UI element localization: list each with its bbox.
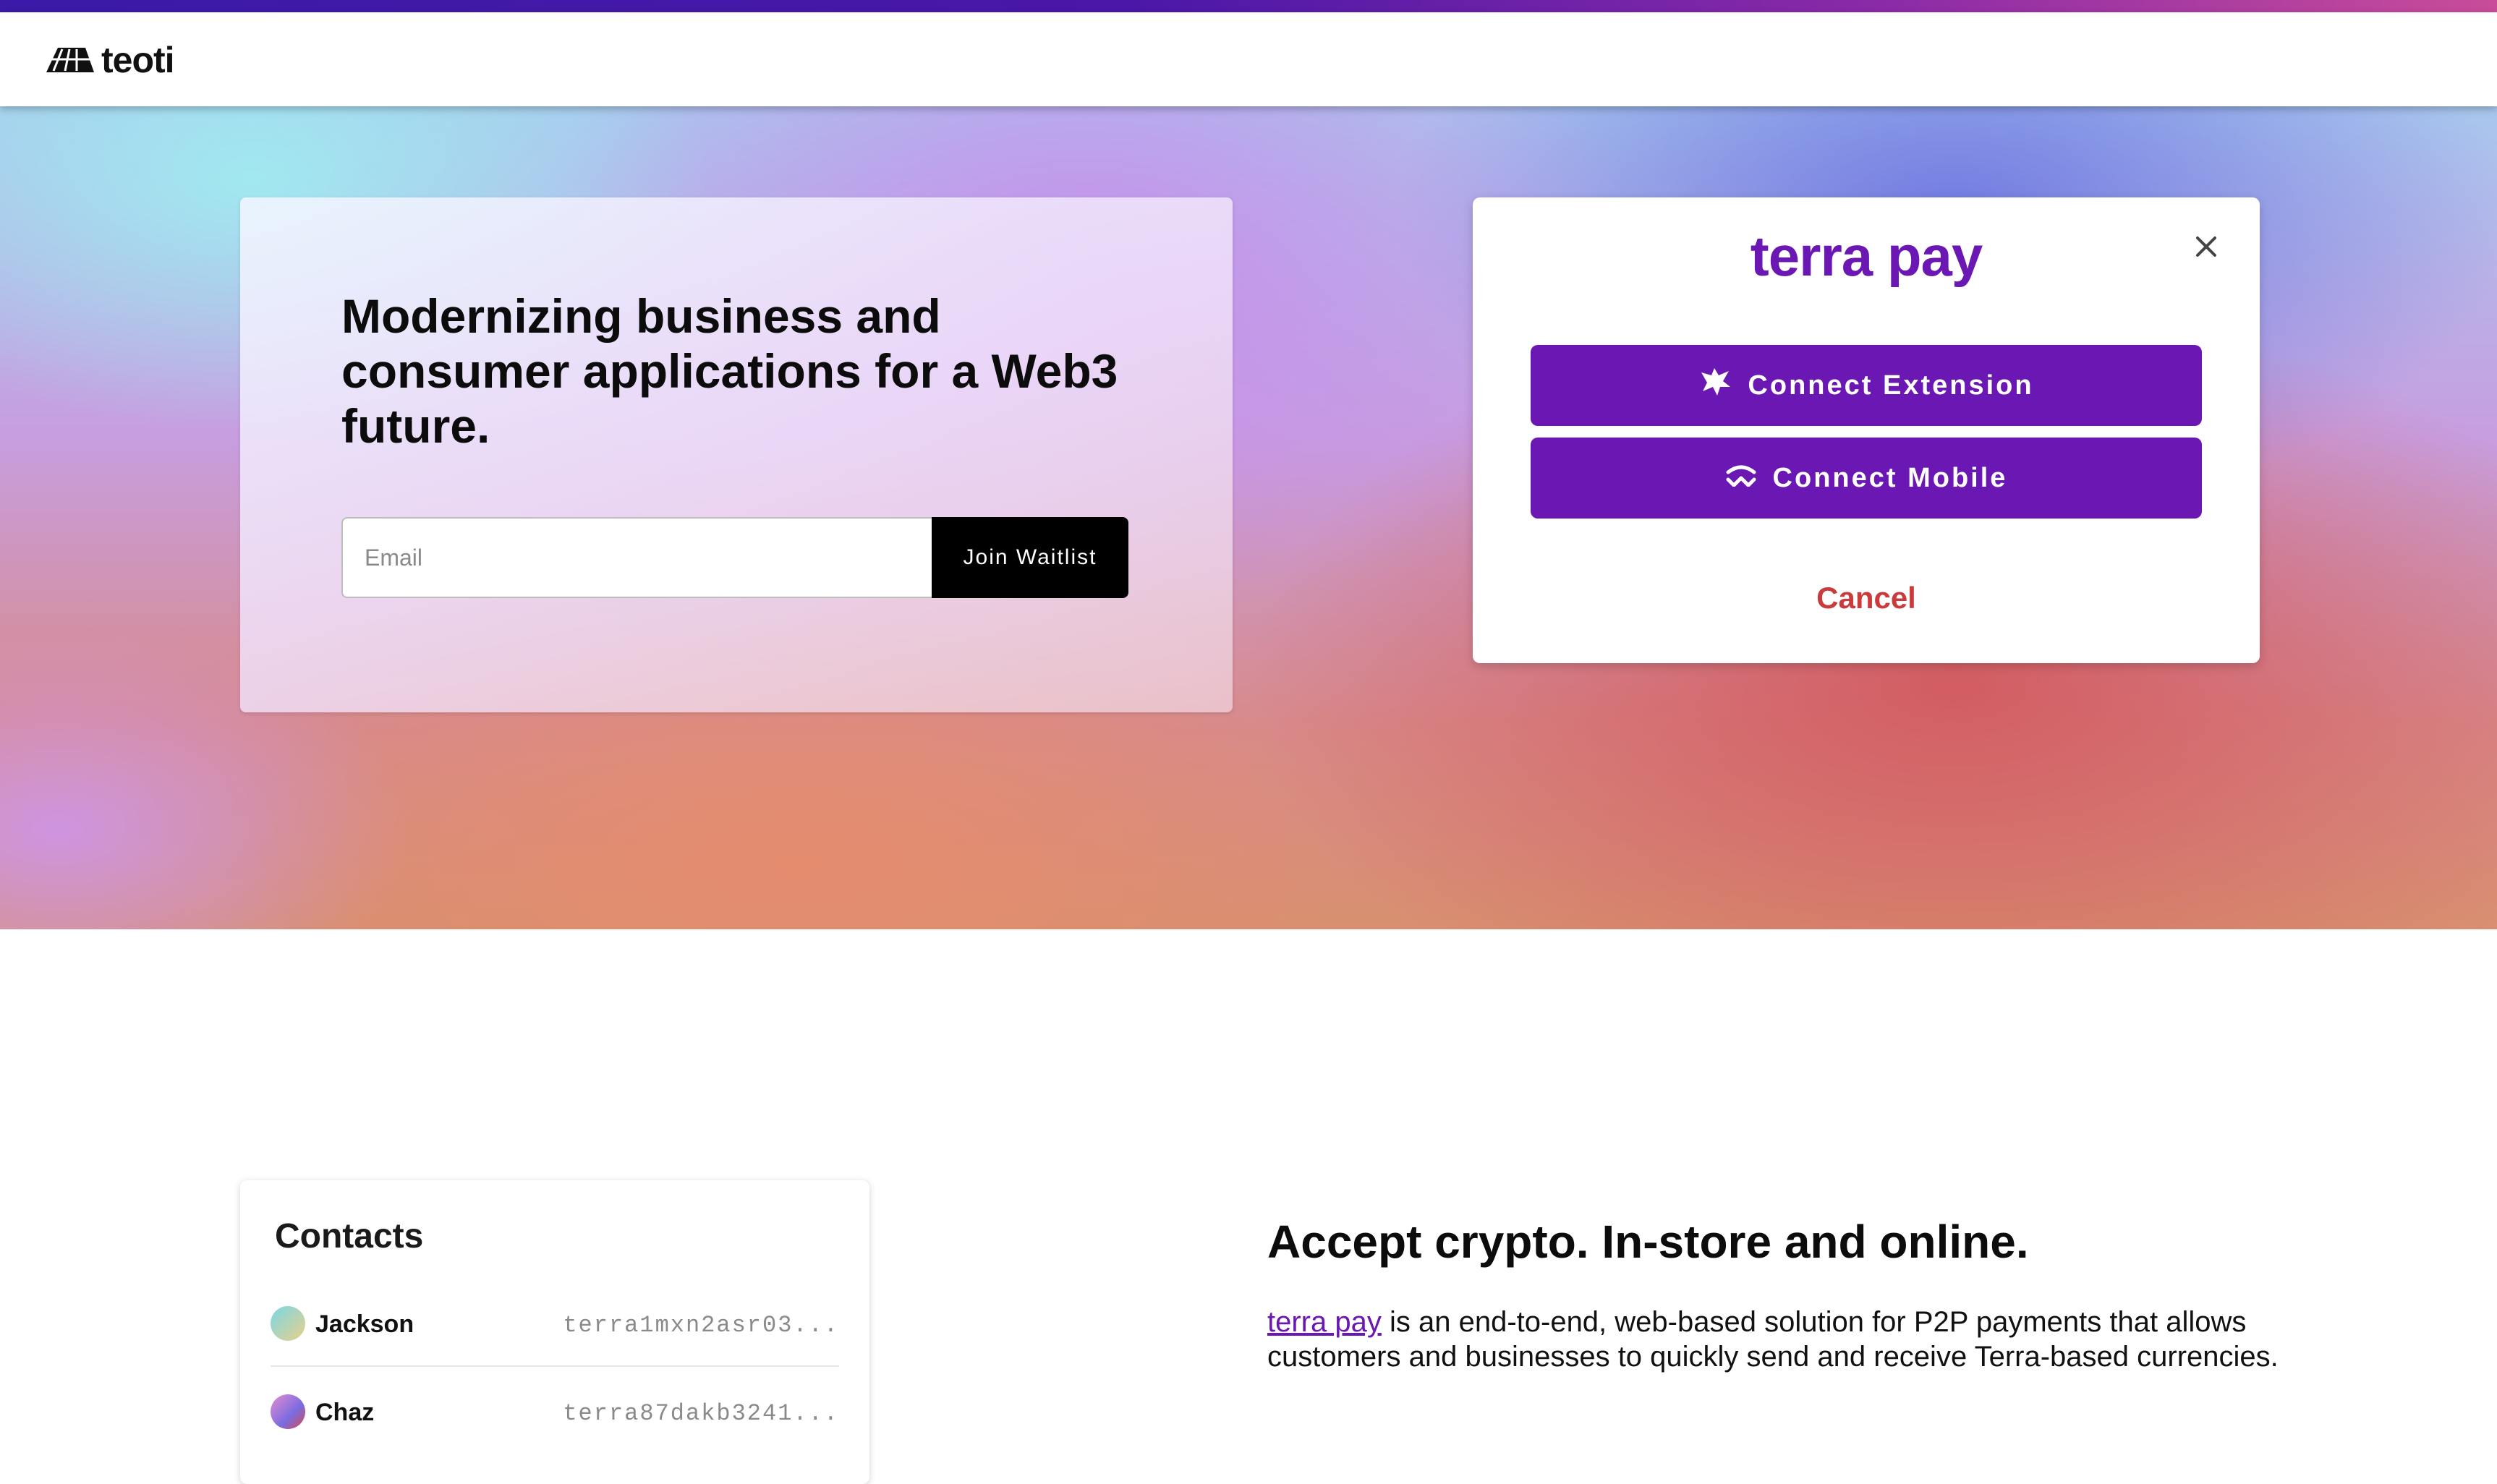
top-gradient-strip	[0, 0, 2497, 12]
contact-name: Jackson	[315, 1310, 414, 1338]
hero-card: Modernizing business and consumer applic…	[240, 197, 1233, 712]
close-icon[interactable]	[2190, 231, 2222, 263]
contact-row[interactable]: Jackson terra1mxn2asr03...	[271, 1280, 839, 1367]
hero-section: Modernizing business and consumer applic…	[0, 106, 2497, 929]
waitlist-form: Join Waitlist	[341, 517, 1170, 598]
contact-row[interactable]: Chaz terra87dakb3241...	[271, 1368, 839, 1455]
terra-pay-modal: terra pay Connect Extension Connect Mobi…	[1473, 197, 2260, 663]
contacts-card: Contacts Jackson terra1mxn2asr03... Chaz…	[240, 1180, 869, 1484]
accept-crypto-body: is an end-to-end, web-based solution for…	[1267, 1306, 2279, 1373]
logo[interactable]: teoti	[46, 40, 175, 80]
contact-name: Chaz	[315, 1399, 375, 1426]
contacts-title: Contacts	[275, 1217, 424, 1255]
connect-extension-label: Connect Extension	[1748, 370, 2034, 401]
logo-icon	[46, 46, 94, 74]
contact-address: terra1mxn2asr03...	[563, 1312, 839, 1339]
navbar: teoti	[0, 12, 2497, 106]
hero-title: Modernizing business and consumer applic…	[341, 289, 1118, 453]
avatar	[271, 1306, 305, 1341]
terra-pay-link[interactable]: terra pay	[1267, 1306, 1382, 1338]
connect-extension-button[interactable]: Connect Extension	[1531, 345, 2202, 426]
wallet-connect-icon	[1725, 463, 1757, 494]
cancel-button[interactable]: Cancel	[1473, 581, 2260, 615]
join-waitlist-button[interactable]: Join Waitlist	[932, 517, 1128, 598]
logo-text: teoti	[101, 40, 175, 80]
connect-mobile-button[interactable]: Connect Mobile	[1531, 438, 2202, 519]
accept-crypto-heading: Accept crypto. In-store and online.	[1267, 1216, 2029, 1268]
modal-brand-logo: terra pay	[1750, 224, 1983, 288]
connect-mobile-label: Connect Mobile	[1772, 462, 2008, 493]
contact-address: terra87dakb3241...	[563, 1400, 839, 1427]
accept-crypto-description: terra pay is an end-to-end, web-based so…	[1267, 1305, 2280, 1374]
email-input[interactable]	[341, 517, 932, 598]
avatar	[271, 1394, 305, 1429]
puzzle-icon	[1698, 365, 1732, 406]
